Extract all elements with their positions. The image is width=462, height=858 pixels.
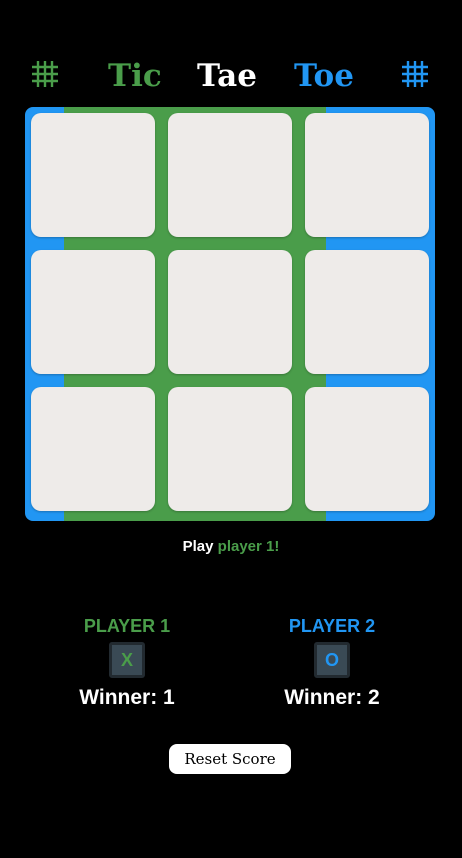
board-cell-3[interactable] <box>305 113 429 237</box>
hash-grid-icon <box>32 61 58 87</box>
player-2-panel: PLAYER 2 O Winner: 2 <box>252 614 412 712</box>
board-cell-5[interactable] <box>168 250 292 374</box>
title-word-toe: Toe <box>294 58 354 94</box>
title-word-tae: Tae <box>197 58 257 94</box>
board-cell-2[interactable] <box>168 113 292 237</box>
board-cell-9[interactable] <box>305 387 429 511</box>
turn-status: Play player 1! <box>0 538 462 555</box>
status-player: player 1! <box>217 538 280 555</box>
status-prefix: Play <box>182 538 214 555</box>
board-cell-4[interactable] <box>31 250 155 374</box>
player-1-panel: PLAYER 1 X Winner: 1 <box>47 614 207 712</box>
board-cell-8[interactable] <box>168 387 292 511</box>
board-cell-6[interactable] <box>305 250 429 374</box>
title-word-tic: Tic <box>108 58 162 94</box>
reset-score-button[interactable]: Reset Score <box>169 744 291 774</box>
board-cell-7[interactable] <box>31 387 155 511</box>
player-2-symbol: O <box>314 642 350 678</box>
player-1-name: PLAYER 1 <box>83 616 171 636</box>
player-2-name: PLAYER 2 <box>288 616 376 636</box>
board-cell-1[interactable] <box>31 113 155 237</box>
game-board <box>25 107 435 521</box>
hash-grid-icon <box>402 61 428 87</box>
player-2-wins: Winner: 2 <box>284 686 380 709</box>
player-1-symbol: X <box>109 642 145 678</box>
game-title: Tic Tae Toe <box>0 52 462 102</box>
player-1-wins: Winner: 1 <box>79 686 175 709</box>
